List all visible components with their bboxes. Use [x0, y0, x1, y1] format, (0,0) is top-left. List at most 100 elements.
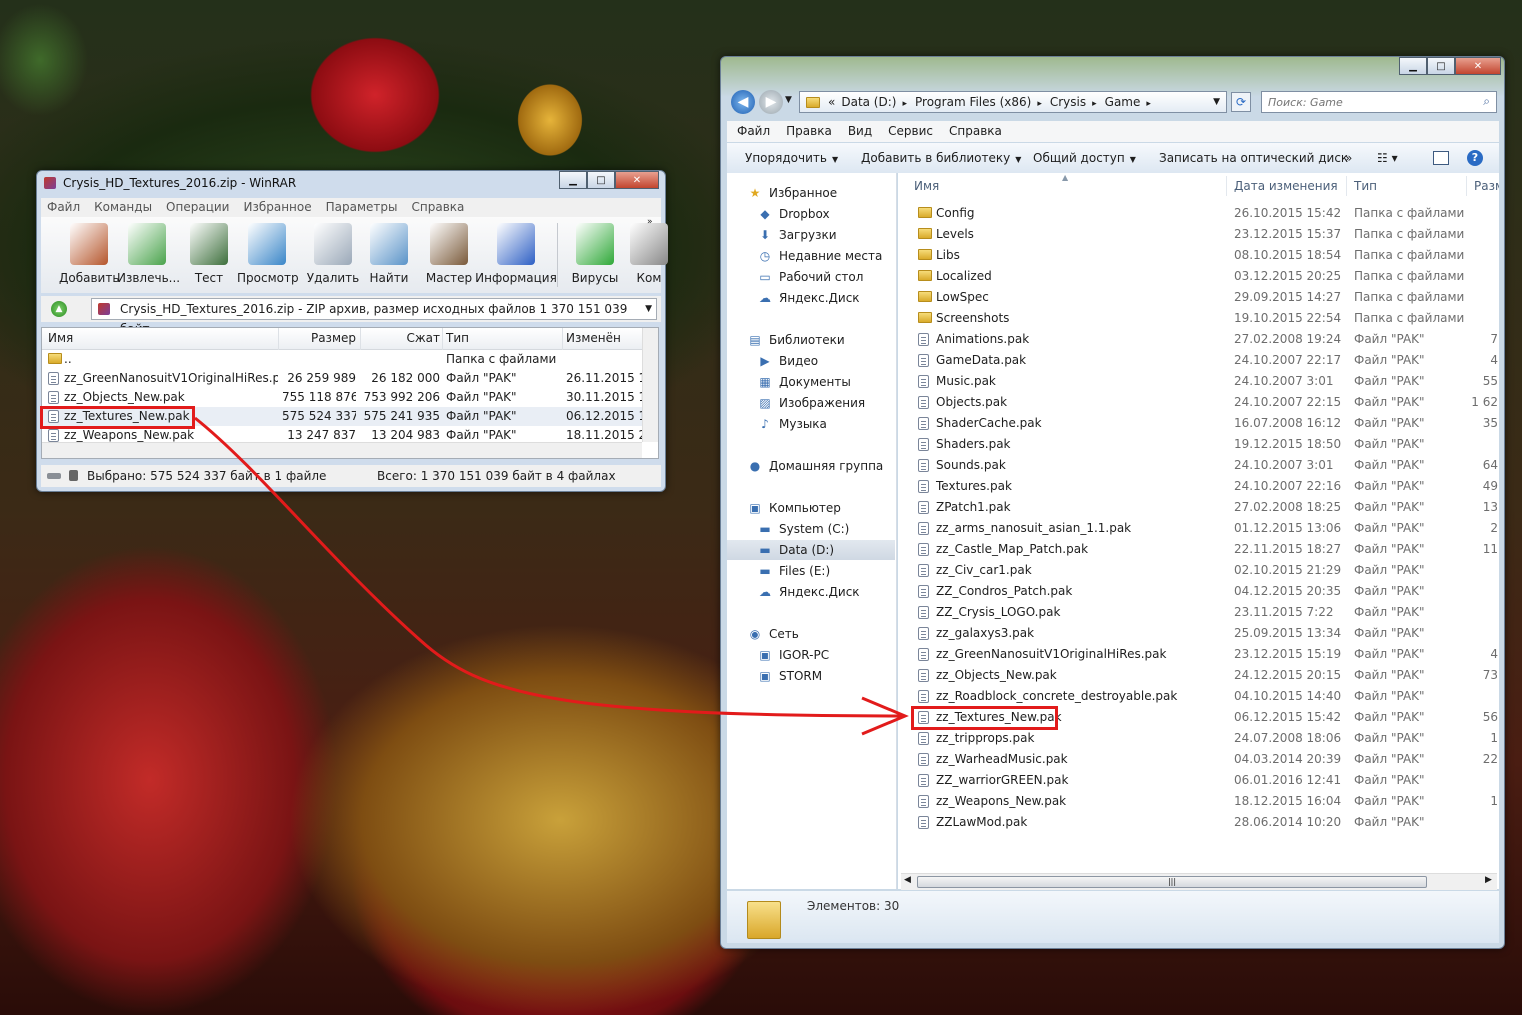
file-column-header[interactable]: Разм [1474, 173, 1499, 199]
nav-item[interactable]: ★ Избранное [727, 183, 895, 203]
file-row[interactable]: ShaderCache.pak 16.07.2008 16:12 Файл "PAK… [898, 413, 1499, 434]
nav-item[interactable]: ▤ Библиотеки [727, 330, 895, 350]
search-box[interactable]: ⌕ [1261, 91, 1497, 113]
nav-item[interactable]: ▬ Files (E:) [727, 561, 895, 581]
command-button[interactable]: Записать на оптический диск [1159, 143, 1348, 173]
winrar-menu-item[interactable]: Команды [94, 198, 152, 217]
toolbar-button-info[interactable]: Информация [471, 221, 561, 291]
file-row[interactable]: zz_tripprops.pak 24.07.2008 18:06 Файл "PA… [898, 728, 1499, 749]
file-row[interactable]: zz_Castle_Map_Patch.pak 22.11.2015 18:27 Ф… [898, 539, 1499, 560]
file-row[interactable]: zz_WarheadMusic.pak 04.03.2014 20:39 Файл … [898, 749, 1499, 770]
nav-item[interactable]: ◉ Сеть [727, 624, 895, 644]
breadcrumb-separator-icon[interactable]: ▸ [1092, 99, 1097, 109]
nav-item[interactable]: ♪ Музыка [727, 414, 895, 434]
file-row[interactable]: ZZ_warriorGREEN.pak 06.01.2016 12:41 Файл … [898, 770, 1499, 791]
toolbar-button-delete[interactable]: Удалить [303, 221, 363, 291]
winrar-table-row[interactable]: zz_GreenNanosuitV1OriginalHiRes.pak 26 25… [42, 369, 654, 388]
file-row[interactable]: Music.pak 24.10.2007 3:01 Файл "PAK" 55 [898, 371, 1499, 392]
winrar-menu-item[interactable]: Избранное [243, 198, 311, 217]
forward-arrow-icon[interactable]: ▶ [759, 90, 783, 114]
file-row[interactable]: ZZLawMod.pak 28.06.2014 10:20 Файл "PAK" [898, 812, 1499, 833]
explorer-menu-item[interactable]: Правка [786, 121, 832, 142]
horizontal-scrollbar[interactable]: ◀ ||| ▶ [901, 873, 1497, 890]
breadcrumb-separator-icon[interactable]: ▸ [1037, 99, 1042, 109]
explorer-menu-item[interactable]: Файл [737, 121, 770, 142]
toolbar-button-virus-scan[interactable]: Вирусы [565, 221, 625, 291]
chevron-down-icon[interactable]: ▼ [645, 299, 652, 319]
breadcrumb-item[interactable]: « [828, 95, 835, 109]
maximize-icon[interactable]: □ [587, 171, 615, 189]
nav-item[interactable]: ▭ Рабочий стол [727, 267, 895, 287]
file-row[interactable]: zz_Roadblock_concrete_destroyable.pak 04.… [898, 686, 1499, 707]
scroll-thumb[interactable]: ||| [917, 876, 1427, 888]
command-button[interactable]: Упорядочить ▼ [745, 143, 838, 175]
nav-item[interactable]: ☁ Яндекс.Диск [727, 288, 895, 308]
file-row[interactable]: zz_galaxys3.pak 25.09.2015 13:34 Файл "PAK… [898, 623, 1499, 644]
nav-item[interactable]: ▣ IGOR-PC [727, 645, 895, 665]
close-icon[interactable]: ✕ [1455, 57, 1501, 75]
winrar-menu-item[interactable]: Параметры [326, 198, 398, 217]
breadcrumb-item[interactable]: Data (D:) [841, 95, 896, 109]
file-row[interactable]: Levels 23.12.2015 15:37 Папка с файлами [898, 224, 1499, 245]
file-row[interactable]: Animations.pak 27.02.2008 19:24 Файл "PAK"… [898, 329, 1499, 350]
help-icon[interactable]: ? [1467, 150, 1483, 166]
breadcrumb-separator-icon[interactable]: ▸ [1146, 99, 1151, 109]
maximize-icon[interactable]: □ [1427, 57, 1455, 75]
file-row[interactable]: Config 26.10.2015 15:42 Папка с файлами [898, 203, 1499, 224]
refresh-icon[interactable]: ⟳ [1231, 92, 1251, 112]
winrar-menu-item[interactable]: Справка [412, 198, 465, 217]
file-column-header[interactable]: Тип [1354, 173, 1377, 199]
address-dropdown-icon[interactable]: ▼ [1213, 92, 1220, 112]
archive-path-field[interactable]: Crysis_HD_Textures_2016.zip - ZIP архив,… [91, 298, 657, 336]
file-column-header[interactable]: Имя [914, 173, 939, 199]
winrar-column-header[interactable]: Имя [48, 331, 278, 345]
winrar-menu-item[interactable]: Операции [166, 198, 229, 217]
file-row[interactable]: zz_Weapons_New.pak 18.12.2015 16:04 Файл "… [898, 791, 1499, 812]
winrar-column-header[interactable]: Сжат [360, 331, 440, 345]
history-chevron-icon[interactable]: ▼ [785, 95, 792, 105]
minimize-icon[interactable]: ▁ [559, 171, 587, 189]
nav-item[interactable]: ▦ Документы [727, 372, 895, 392]
file-row[interactable]: Localized 03.12.2015 20:25 Папка с файлами [898, 266, 1499, 287]
winrar-vertical-scrollbar[interactable] [642, 328, 658, 442]
up-level-icon[interactable]: ▲ [51, 301, 67, 317]
breadcrumb-item[interactable]: Crysis [1050, 95, 1086, 109]
command-button[interactable]: Общий доступ ▼ [1033, 143, 1136, 175]
search-input[interactable] [1262, 92, 1462, 112]
nav-item[interactable]: ▨ Изображения [727, 393, 895, 413]
toolbar-button-test[interactable]: Тест [179, 221, 239, 291]
preview-pane-icon[interactable] [1433, 151, 1449, 165]
nav-item[interactable]: ▬ Data (D:) [727, 540, 895, 560]
file-row[interactable]: Objects.pak 24.10.2007 22:15 Файл "PAK" 1 6… [898, 392, 1499, 413]
toolbar-button-comment[interactable]: Ком [619, 221, 679, 291]
toolbar-button-add-books[interactable]: Добавить [59, 221, 119, 291]
nav-item[interactable]: ▣ STORM [727, 666, 895, 686]
explorer-menu-item[interactable]: Вид [848, 121, 872, 142]
file-row[interactable]: GameData.pak 24.10.2007 22:17 Файл "PAK" 4 [898, 350, 1499, 371]
nav-item[interactable]: ▣ Компьютер [727, 498, 895, 518]
explorer-menu-item[interactable]: Сервис [888, 121, 933, 142]
file-row[interactable]: Sounds.pak 24.10.2007 3:01 Файл "PAK" 64 [898, 455, 1499, 476]
nav-item[interactable]: ⬇ Загрузки [727, 225, 895, 245]
close-icon[interactable]: ✕ [615, 171, 659, 189]
search-icon[interactable]: ⌕ [1483, 94, 1490, 109]
toolbar-button-extract[interactable]: Извлечь... [117, 221, 180, 291]
breadcrumb-item[interactable]: Program Files (x86) [915, 95, 1031, 109]
view-options-icon[interactable]: ☷ ▾ [1377, 143, 1398, 173]
toolbar-overflow-icon[interactable]: » [647, 217, 653, 227]
winrar-column-header[interactable]: Размер [282, 331, 356, 345]
file-column-header[interactable]: Дата изменения [1234, 173, 1338, 199]
toolbar-button-find[interactable]: Найти [359, 221, 419, 291]
file-row[interactable]: Screenshots 19.10.2015 22:54 Папка с файла… [898, 308, 1499, 329]
breadcrumb-item[interactable]: Game [1105, 95, 1141, 109]
file-row[interactable]: zz_Objects_New.pak 24.12.2015 20:15 Файл "… [898, 665, 1499, 686]
toolbar-button-wizard[interactable]: Мастер [419, 221, 479, 291]
scroll-left-icon[interactable]: ◀ [904, 875, 911, 885]
winrar-table-row[interactable]: .. Папка с файлами [42, 350, 642, 369]
nav-item[interactable]: ▬ System (C:) [727, 519, 895, 539]
nav-item[interactable]: ◆ Dropbox [727, 204, 895, 224]
nav-item[interactable]: ● Домашняя группа [727, 456, 895, 476]
explorer-menu-item[interactable]: Справка [949, 121, 1002, 142]
file-row[interactable]: ZZ_Condros_Patch.pak 04.12.2015 20:35 Файл… [898, 581, 1499, 602]
file-row[interactable]: ZZ_Crysis_LOGO.pak 23.11.2015 7:22 Файл "P… [898, 602, 1499, 623]
